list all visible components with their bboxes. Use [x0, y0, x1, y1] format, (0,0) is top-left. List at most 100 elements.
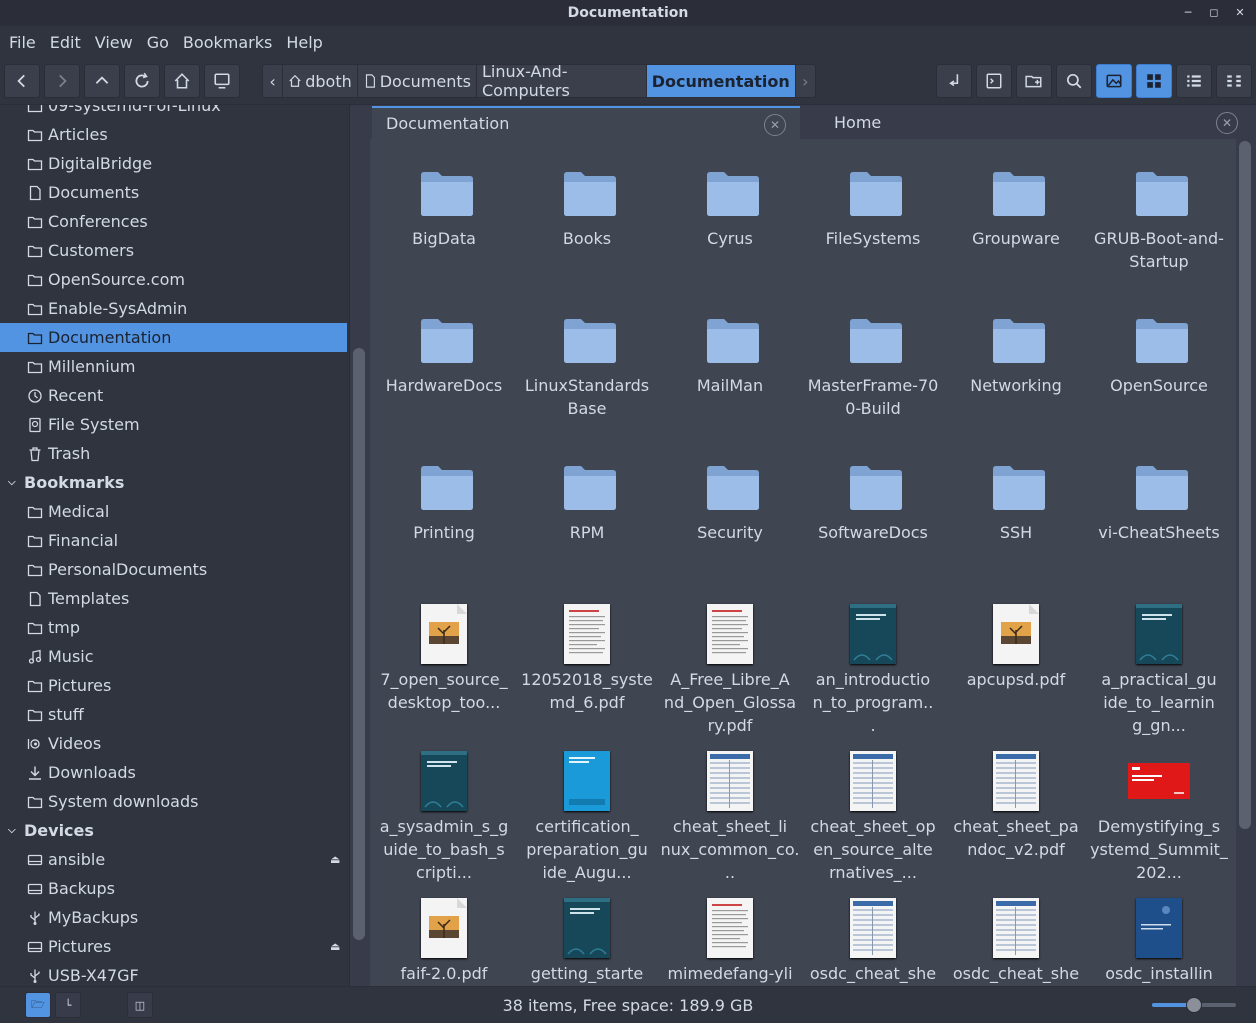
show-tree-button[interactable]: └ [55, 992, 81, 1018]
tab-home[interactable]: Home ✕ [806, 106, 1240, 139]
folder-item[interactable]: SSH [945, 439, 1087, 579]
sidebar-item-documentation[interactable]: Documentation [0, 323, 347, 352]
path-scroll-right-button[interactable]: › [794, 65, 815, 97]
folder-item[interactable]: RPM [516, 439, 658, 579]
sidebar-item-videos[interactable]: Videos [0, 729, 347, 758]
file-item[interactable]: cheat_sheet_li nux_common_co... [659, 733, 801, 882]
zoom-slider[interactable] [1152, 997, 1236, 1013]
folder-item[interactable]: BigData [373, 145, 515, 285]
close-tab-icon[interactable]: ✕ [1216, 112, 1238, 134]
folder-item[interactable]: LinuxStandards Base [516, 292, 658, 432]
title-bar[interactable]: Documentation ─ ◻ ✕ [0, 0, 1256, 26]
file-item[interactable]: a_practical_gu ide_to_learnin g_gn... [1088, 586, 1230, 735]
sidebar-item-financial[interactable]: Financial [0, 526, 347, 555]
sidebar-item-pictures[interactable]: Pictures [0, 671, 347, 700]
crumb-documentation[interactable]: Documentation [646, 65, 795, 97]
back-button[interactable] [4, 64, 40, 98]
sidebar-item-system-downloads[interactable]: System downloads [0, 787, 347, 816]
sidebar-item-personaldocuments[interactable]: PersonalDocuments [0, 555, 347, 584]
file-item[interactable]: a_sysadmin_s_g uide_to_bash_s cripti... [373, 733, 515, 882]
devices-section-header[interactable]: ⌵ Devices [0, 816, 94, 845]
sidebar-item-millennium[interactable]: Millennium [0, 352, 347, 381]
hide-sidebar-button[interactable]: ◫ [127, 992, 153, 1018]
file-item[interactable]: osdc_cheat_sheet... [802, 880, 944, 986]
up-button[interactable] [84, 64, 120, 98]
close-tab-icon[interactable]: ✕ [764, 114, 786, 136]
reload-button[interactable] [124, 64, 160, 98]
minimize-button[interactable]: ─ [1180, 4, 1196, 20]
compact-view-button[interactable] [1216, 64, 1252, 98]
crumb-linux-and-computers[interactable]: Linux-And-Computers [477, 62, 647, 100]
sidebar-item-opensource-com[interactable]: OpenSource.com [0, 265, 347, 294]
sidebar-item-trash[interactable]: Trash [0, 439, 347, 468]
sidebar-item-recent[interactable]: Recent [0, 381, 347, 410]
file-item[interactable]: getting_started_with... [516, 880, 658, 986]
home-button[interactable] [164, 64, 200, 98]
sidebar-item-usb-x47gf[interactable]: USB-X47GF [0, 961, 347, 986]
file-item[interactable]: cheat_sheet_op en_source_alte rnatives_... [802, 733, 944, 882]
computer-button[interactable] [204, 64, 240, 98]
content-scrollbar[interactable] [1239, 141, 1251, 829]
sidebar-item-conferences[interactable]: Conferences [0, 207, 347, 236]
folder-item[interactable]: Security [659, 439, 801, 579]
tab-documentation[interactable]: Documentation ✕ [372, 106, 800, 139]
sidebar-item-digitalbridge[interactable]: DigitalBridge [0, 149, 347, 178]
path-scroll-left-button[interactable]: ‹ [263, 65, 284, 97]
search-button[interactable] [1056, 64, 1092, 98]
sidebar-item-templates[interactable]: Templates [0, 584, 347, 613]
folder-item[interactable]: MailMan [659, 292, 801, 432]
folder-item[interactable]: OpenSource [1088, 292, 1230, 432]
sidebar-scrollbar[interactable] [353, 348, 365, 940]
sidebar-item-customers[interactable]: Customers [0, 236, 347, 265]
sidebar-item-mybackups[interactable]: MyBackups [0, 903, 347, 932]
menu-file[interactable]: File [2, 33, 43, 52]
terminal-button[interactable] [976, 64, 1012, 98]
menu-bookmarks[interactable]: Bookmarks [176, 33, 279, 52]
maximize-button[interactable]: ◻ [1206, 4, 1222, 20]
menu-help[interactable]: Help [279, 33, 329, 52]
file-item[interactable]: faif-2.0.pdf [373, 880, 515, 986]
file-item[interactable]: apcupsd.pdf [945, 586, 1087, 726]
folder-item[interactable]: Groupware [945, 145, 1087, 285]
file-item[interactable]: 12052018_syste md_6.pdf [516, 586, 658, 726]
folder-item[interactable]: SoftwareDocs [802, 439, 944, 579]
sidebar-item-documents[interactable]: Documents [0, 178, 347, 207]
folder-item[interactable]: HardwareDocs [373, 292, 515, 432]
eject-icon[interactable]: ⏏ [330, 853, 340, 866]
new-folder-button[interactable] [1016, 64, 1052, 98]
file-item[interactable]: osdc_cheat_sheet... [945, 880, 1087, 986]
sidebar-item-pictures[interactable]: Pictures [0, 932, 347, 961]
crumb-dboth[interactable]: dboth [283, 65, 358, 97]
folder-item[interactable]: GRUB-Boot-and- Startup [1088, 145, 1230, 285]
open-terminal-here-button[interactable] [936, 64, 972, 98]
folder-item[interactable]: Books [516, 145, 658, 285]
bookmarks-section-header[interactable]: ⌵ Bookmarks [0, 468, 124, 497]
sidebar-item-downloads[interactable]: Downloads [0, 758, 347, 787]
file-item[interactable]: Demystifying_s ystemd_Summit_ 202... [1088, 733, 1230, 882]
crumb-documents[interactable]: Documents [358, 65, 477, 97]
icon-view-button[interactable] [1136, 64, 1172, 98]
sidebar-item-09-systemd-for-linux[interactable]: 09-systemd-For-Linux [0, 105, 347, 120]
show-places-button[interactable]: 🗁 [25, 992, 51, 1018]
show-thumbnails-button[interactable] [1096, 64, 1132, 98]
menu-go[interactable]: Go [140, 33, 176, 52]
eject-icon[interactable]: ⏏ [330, 940, 340, 953]
menu-edit[interactable]: Edit [43, 33, 88, 52]
folder-item[interactable]: Printing [373, 439, 515, 579]
sidebar-item-articles[interactable]: Articles [0, 120, 347, 149]
file-item[interactable]: osdc_installing... [1088, 880, 1230, 986]
file-item[interactable]: mimedefang-ylia-02.pdf [659, 880, 801, 986]
folder-item[interactable]: Networking [945, 292, 1087, 432]
file-item[interactable]: 7_open_source_ desktop_too... [373, 586, 515, 726]
sidebar-item-stuff[interactable]: stuff [0, 700, 347, 729]
sidebar-item-music[interactable]: Music [0, 642, 347, 671]
zoom-slider-handle[interactable] [1186, 997, 1202, 1013]
sidebar-item-medical[interactable]: Medical [0, 497, 347, 526]
sidebar-item-ansible[interactable]: ansible [0, 845, 347, 874]
folder-item[interactable]: Cyrus [659, 145, 801, 285]
folder-item[interactable]: vi-CheatSheets [1088, 439, 1230, 579]
file-item[interactable]: an_introductio n_to_program... [802, 586, 944, 735]
sidebar-item-backups[interactable]: Backups [0, 874, 347, 903]
file-item[interactable]: A_Free_Libre_A nd_Open_Glossa ry.pdf [659, 586, 801, 735]
sidebar-item-enable-sysadmin[interactable]: Enable-SysAdmin [0, 294, 347, 323]
